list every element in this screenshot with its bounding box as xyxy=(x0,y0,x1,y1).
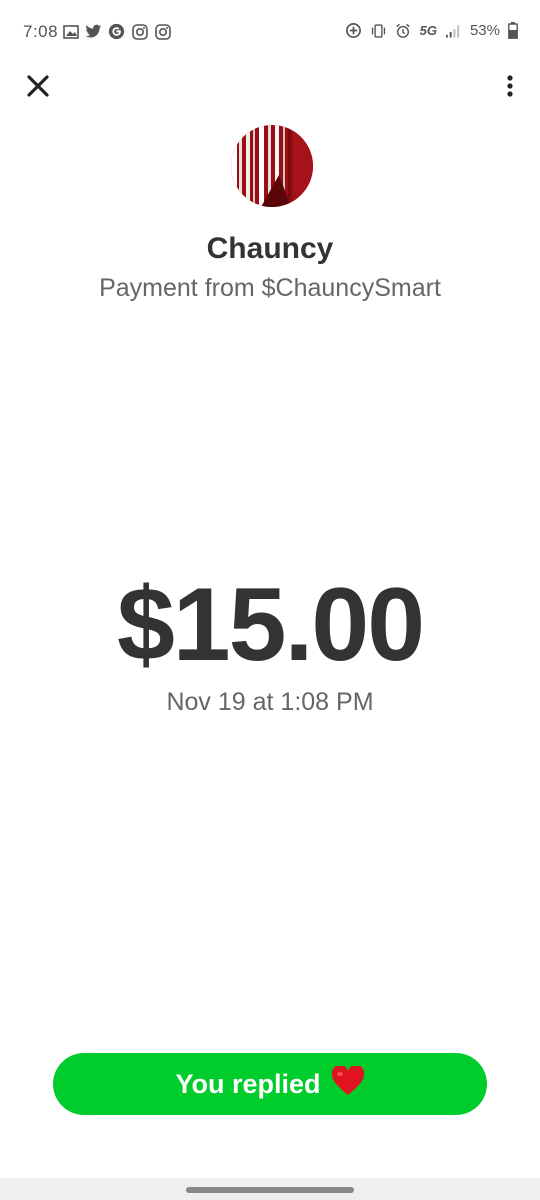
more-options-button[interactable] xyxy=(498,70,522,106)
reply-button-label: You replied xyxy=(175,1068,321,1099)
navigation-bar xyxy=(0,1178,540,1200)
payment-date: Nov 19 at 1:08 PM xyxy=(166,688,374,716)
payment-amount: $15.00 xyxy=(116,567,425,683)
sender-name: Chauncy xyxy=(206,232,334,265)
status-time: 7:08 xyxy=(23,22,59,41)
status-bar: 7:08 5G 53% xyxy=(0,0,540,64)
instagram-icon xyxy=(131,23,148,40)
battery-icon xyxy=(508,22,518,39)
reply-button[interactable]: You replied xyxy=(53,1053,487,1115)
data-saver-icon xyxy=(345,22,362,39)
vibrate-icon xyxy=(370,22,387,39)
payment-subtitle: Payment from $ChauncySmart xyxy=(99,274,441,302)
close-button[interactable] xyxy=(20,70,56,106)
heart-icon xyxy=(331,1064,365,1103)
home-handle[interactable] xyxy=(186,1187,354,1193)
twitter-icon xyxy=(85,23,102,40)
battery-percent: 53% xyxy=(469,22,500,39)
network-type: 5G xyxy=(419,23,437,38)
notification-icons xyxy=(62,23,171,40)
avatar xyxy=(231,125,313,207)
gallery-icon xyxy=(62,23,79,40)
close-icon xyxy=(27,74,49,102)
instagram-icon xyxy=(154,23,171,40)
alarm-icon xyxy=(395,22,412,39)
system-icons: 5G 53% xyxy=(345,22,518,39)
google-icon xyxy=(108,23,125,40)
more-vertical-icon xyxy=(507,74,513,102)
signal-icon xyxy=(445,22,462,39)
